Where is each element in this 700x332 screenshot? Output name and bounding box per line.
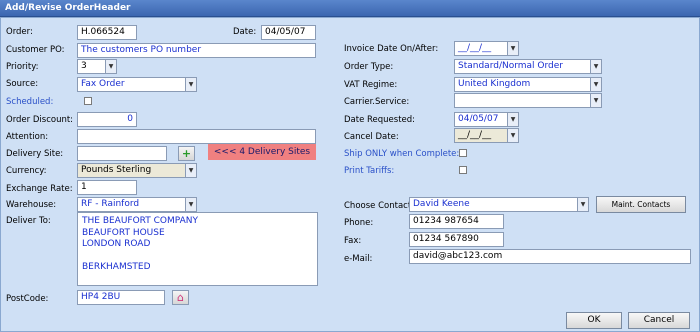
ok-button[interactable]: OK	[566, 312, 622, 329]
cancel-date-label: Cancel Date:	[344, 132, 399, 142]
order-number-field[interactable]: H.066524	[77, 25, 137, 40]
currency-value: Pounds Sterling	[81, 165, 152, 175]
warehouse-select[interactable]: RF - Rainford ▼	[77, 197, 197, 212]
warehouse-label: Warehouse:	[6, 200, 57, 210]
warehouse-value: RF - Rainford	[81, 199, 140, 209]
chevron-down-icon[interactable]: ▼	[185, 78, 196, 91]
chevron-down-icon[interactable]: ▼	[590, 60, 601, 73]
invoice-date-picker[interactable]: __/__/__ ▼	[454, 41, 519, 56]
vat-regime-select[interactable]: United Kingdom ▼	[454, 77, 602, 92]
customer-po-field[interactable]: The customers PO number	[77, 43, 316, 58]
postcode-label: PostCode:	[6, 294, 49, 304]
fax-field[interactable]: 01234 567890	[409, 232, 504, 247]
order-date-field[interactable]: 04/05/07	[261, 25, 316, 40]
fax-label: Fax:	[344, 236, 362, 246]
customer-po-label: Customer PO:	[6, 45, 65, 55]
chevron-down-icon[interactable]: ▼	[105, 60, 116, 73]
invoice-date-value: __/__/__	[458, 43, 492, 53]
priority-label: Priority:	[6, 62, 39, 72]
plus-icon[interactable]: +	[178, 146, 195, 161]
chevron-down-icon[interactable]: ▼	[185, 198, 196, 211]
deliver-to-address[interactable]: THE BEAUFORT COMPANY BEAUFORT HOUSE LOND…	[77, 212, 318, 286]
choose-contact-value: David Keene	[413, 199, 470, 209]
delivery-site-label: Delivery Site:	[6, 149, 64, 159]
deliver-to-label: Deliver To:	[6, 216, 51, 226]
print-tariffs-checkbox[interactable]	[459, 166, 467, 174]
delivery-site-field[interactable]	[77, 146, 167, 161]
date-requested-picker[interactable]: 04/05/07 ▼	[454, 112, 519, 127]
email-label: e-Mail:	[344, 254, 373, 264]
date-requested-value: 04/05/07	[458, 114, 499, 124]
chevron-down-icon[interactable]: ▼	[507, 129, 518, 142]
chevron-down-icon[interactable]: ▼	[577, 198, 588, 211]
source-select[interactable]: Fax Order ▼	[77, 77, 197, 92]
carrier-service-select[interactable]: ▼	[454, 93, 602, 108]
phone-field[interactable]: 01234 987654	[409, 214, 504, 229]
scheduled-label: Scheduled:	[6, 97, 54, 107]
choose-contact-select[interactable]: David Keene ▼	[409, 197, 589, 212]
date-label: Date:	[233, 27, 257, 37]
choose-contact-label: Choose Contact:	[344, 201, 415, 211]
carrier-service-label: Carrier.Service:	[344, 97, 410, 107]
chevron-down-icon[interactable]: ▼	[590, 94, 601, 107]
currency-select[interactable]: Pounds Sterling ▼	[77, 163, 197, 178]
order-type-value: Standard/Normal Order	[458, 61, 563, 71]
exchange-rate-label: Exchange Rate:	[6, 184, 73, 194]
postcode-field[interactable]: HP4 2BU	[77, 290, 165, 305]
cancel-button[interactable]: Cancel	[628, 312, 690, 329]
vat-regime-label: VAT Regime:	[344, 80, 398, 90]
chevron-down-icon[interactable]: ▼	[507, 42, 518, 55]
cancel-date-picker[interactable]: __/__/__ ▼	[454, 128, 519, 143]
order-label: Order:	[6, 27, 33, 37]
order-discount-label: Order Discount:	[6, 115, 74, 125]
invoice-date-label: Invoice Date On/After:	[344, 44, 439, 54]
priority-value: 3	[81, 61, 87, 71]
order-type-select[interactable]: Standard/Normal Order ▼	[454, 59, 602, 74]
window-title: Add/Revise OrderHeader	[0, 0, 700, 17]
order-discount-field[interactable]: 0	[77, 112, 137, 127]
phone-label: Phone:	[344, 218, 374, 228]
date-requested-label: Date Requested:	[344, 115, 416, 125]
cancel-date-value: __/__/__	[458, 130, 492, 140]
email-field[interactable]: david@abc123.com	[409, 249, 691, 264]
exchange-rate-field[interactable]: 1	[77, 180, 137, 195]
scheduled-checkbox[interactable]	[84, 97, 92, 105]
attention-label: Attention:	[6, 132, 49, 142]
priority-select[interactable]: 3 ▼	[77, 59, 117, 74]
chevron-down-icon[interactable]: ▼	[185, 164, 196, 177]
source-label: Source:	[6, 79, 39, 89]
maint-contacts-button[interactable]: Maint. Contacts	[596, 196, 686, 213]
delivery-sites-note: <<< 4 Delivery Sites	[208, 144, 316, 160]
ship-only-checkbox[interactable]	[459, 149, 467, 157]
chevron-down-icon[interactable]: ▼	[590, 78, 601, 91]
print-tariffs-label: Print Tariffs:	[344, 166, 395, 176]
currency-label: Currency:	[6, 166, 47, 176]
order-type-label: Order Type:	[344, 62, 394, 72]
chevron-down-icon[interactable]: ▼	[507, 113, 518, 126]
source-value: Fax Order	[81, 79, 125, 89]
house-icon[interactable]: ⌂	[172, 290, 189, 305]
attention-field[interactable]	[77, 129, 316, 144]
vat-regime-value: United Kingdom	[458, 79, 531, 89]
ship-only-label: Ship ONLY when Complete:	[344, 149, 460, 159]
